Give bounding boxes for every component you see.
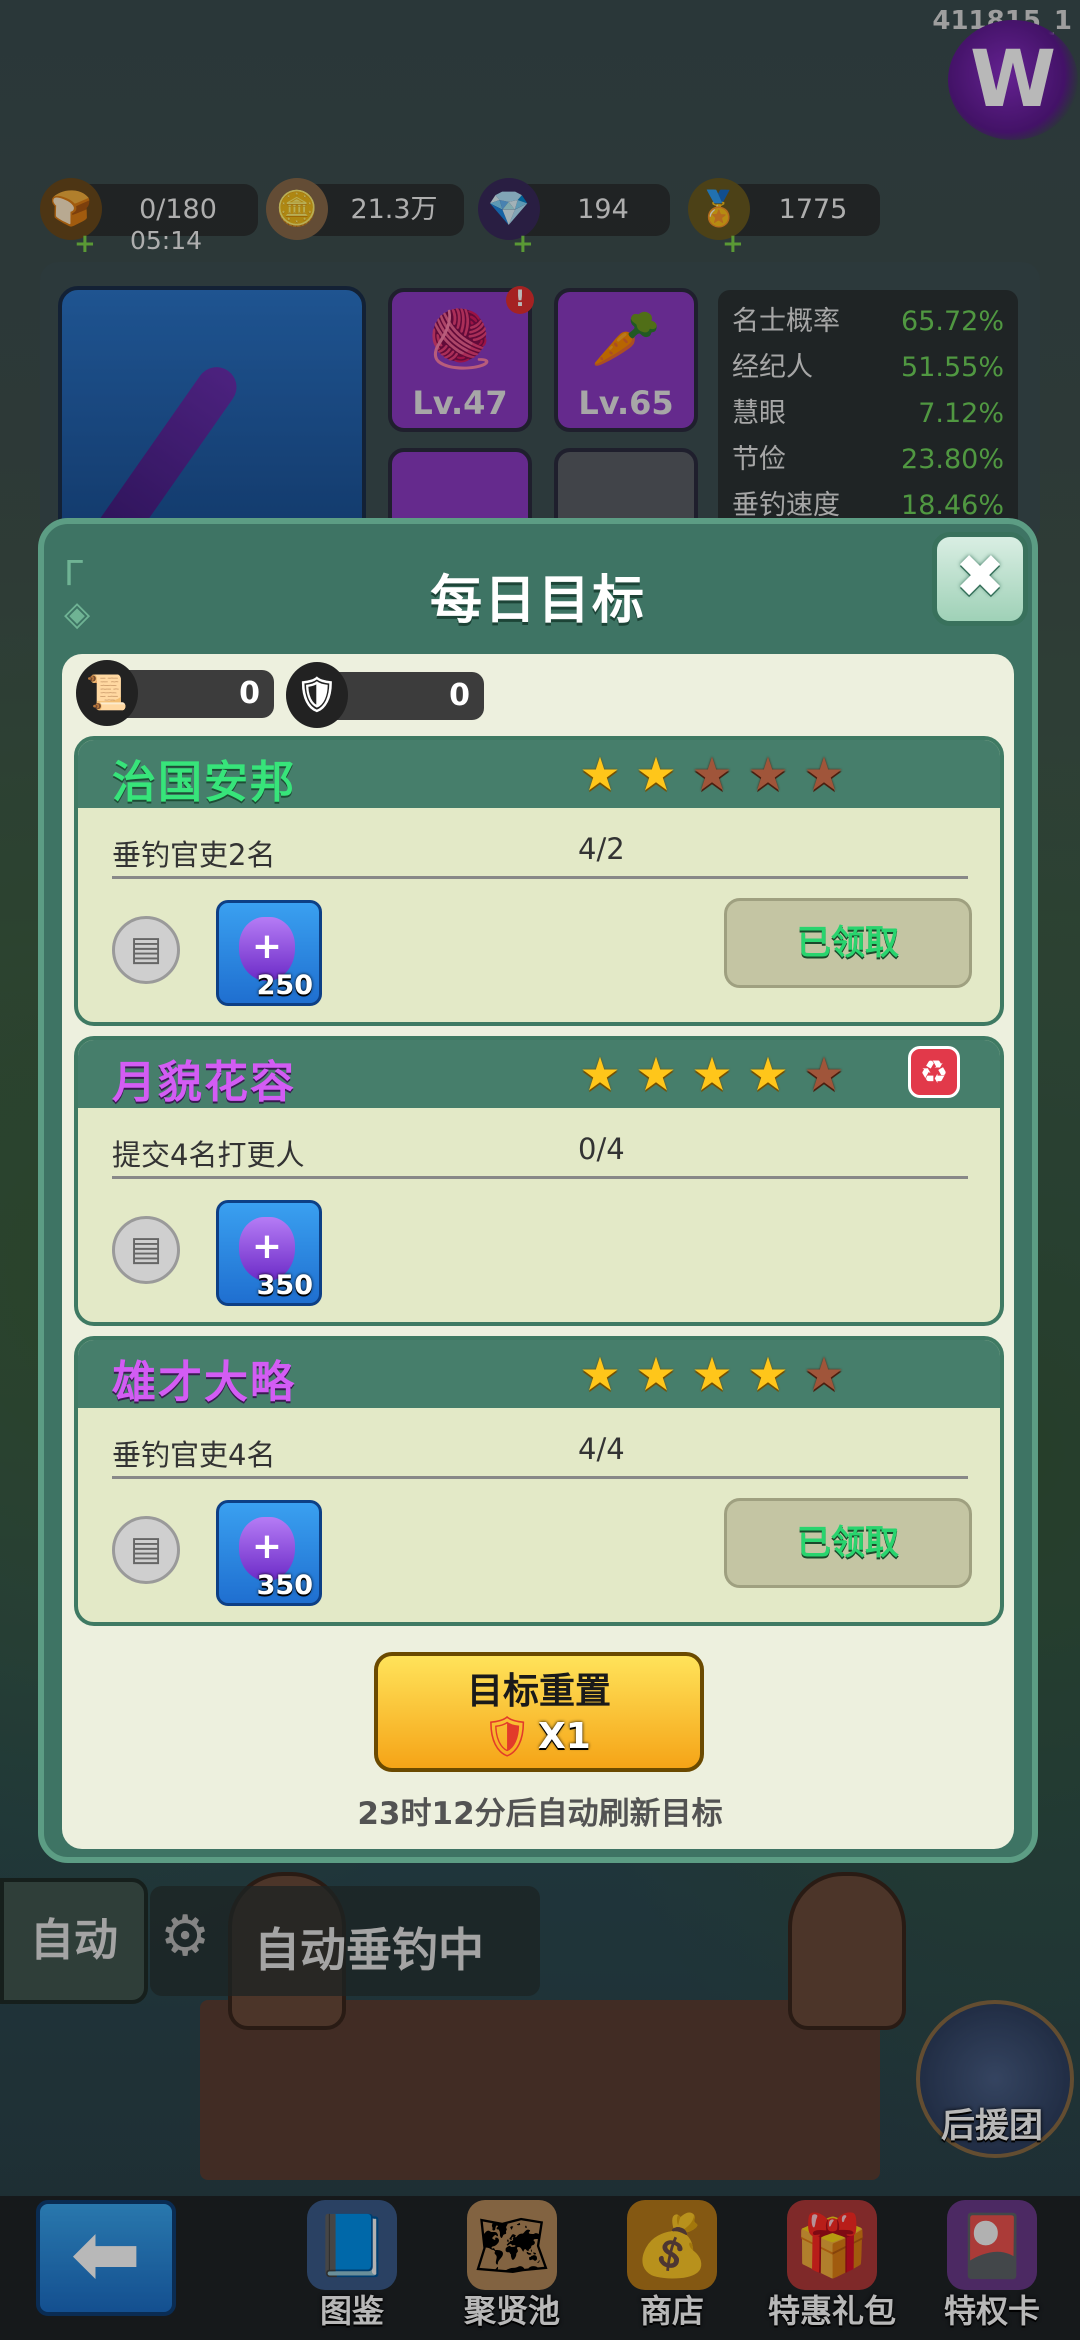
goal-progress: 0/4 bbox=[578, 1132, 625, 1166]
divider bbox=[112, 1176, 968, 1179]
goal-card: 治国安邦 ★ ★ ★ ★ ★ 垂钓官吏2名 4/2 ▤ + 250 已领取 bbox=[74, 736, 1004, 1026]
auto-refresh-note: 23时12分后自动刷新目标 bbox=[357, 1796, 723, 1832]
reward-amount: 350 bbox=[256, 1570, 313, 1601]
goal-title: 治国安邦 bbox=[112, 757, 296, 808]
currency-value: 0 bbox=[239, 676, 260, 711]
goal-card: 雄才大略 ★ ★ ★ ★ ★ 垂钓官吏4名 4/4 ▤ + 350 已领取 bbox=[74, 1336, 1004, 1626]
shield-badge-icon: 🛡 bbox=[481, 1714, 533, 1760]
goal-task: 垂钓官吏2名 bbox=[112, 838, 276, 872]
badge-currency: 🛡 0 bbox=[286, 662, 484, 728]
modal-title: 每日目标 bbox=[429, 571, 646, 631]
star-icon: ★ bbox=[747, 1047, 789, 1101]
star-icon: ★ bbox=[635, 747, 677, 801]
star-icon: ★ bbox=[635, 1047, 677, 1101]
shield-badge-icon: 🛡 bbox=[286, 662, 348, 728]
reward-amount: 350 bbox=[256, 1270, 313, 1301]
goal-card: 月貌花容 ★ ★ ★ ★ ★ ♻ 提交4名打更人 0/4 ▤ + 350 bbox=[74, 1036, 1004, 1326]
chest-icon[interactable]: ▤ bbox=[112, 916, 180, 984]
scroll-icon: 📜 bbox=[76, 660, 138, 726]
gem-reward[interactable]: + 350 bbox=[216, 1200, 322, 1306]
reset-count: X1 bbox=[538, 1716, 591, 1757]
goal-task: 垂钓官吏4名 bbox=[112, 1438, 276, 1472]
goal-title: 雄才大略 bbox=[112, 1357, 296, 1408]
scroll-currency: 📜 0 bbox=[76, 660, 274, 726]
gem-reward[interactable]: + 250 bbox=[216, 900, 322, 1006]
reset-label: 目标重置 bbox=[466, 1671, 611, 1712]
divider bbox=[112, 876, 968, 879]
star-icon: ★ bbox=[747, 747, 789, 801]
star-icon: ★ bbox=[691, 1047, 733, 1101]
divider bbox=[112, 1476, 968, 1479]
star-icon: ★ bbox=[803, 1047, 845, 1101]
star-icon: ★ bbox=[691, 1347, 733, 1401]
reset-goals-button[interactable]: 目标重置 🛡 X1 bbox=[374, 1652, 704, 1772]
close-button[interactable]: ✖ bbox=[932, 532, 1028, 626]
currency-value: 0 bbox=[449, 678, 470, 713]
goal-progress: 4/2 bbox=[578, 832, 625, 866]
claimed-button[interactable]: 已领取 bbox=[724, 898, 972, 988]
claimed-button[interactable]: 已领取 bbox=[724, 1498, 972, 1588]
star-icon: ★ bbox=[747, 1347, 789, 1401]
star-icon: ★ bbox=[803, 747, 845, 801]
goal-progress: 4/4 bbox=[578, 1432, 625, 1466]
star-icon: ★ bbox=[579, 1047, 621, 1101]
star-icon: ★ bbox=[691, 747, 733, 801]
chest-icon[interactable]: ▤ bbox=[112, 1216, 180, 1284]
chest-icon[interactable]: ▤ bbox=[112, 1516, 180, 1584]
gem-reward[interactable]: + 350 bbox=[216, 1500, 322, 1606]
star-icon: ★ bbox=[803, 1347, 845, 1401]
goal-title: 月貌花容 bbox=[112, 1057, 296, 1108]
goal-task: 提交4名打更人 bbox=[112, 1138, 305, 1172]
star-icon: ★ bbox=[635, 1347, 677, 1401]
reward-amount: 250 bbox=[256, 970, 313, 1001]
star-icon: ★ bbox=[579, 1347, 621, 1401]
refresh-goal-icon[interactable]: ♻ bbox=[908, 1046, 960, 1098]
star-icon: ★ bbox=[579, 747, 621, 801]
